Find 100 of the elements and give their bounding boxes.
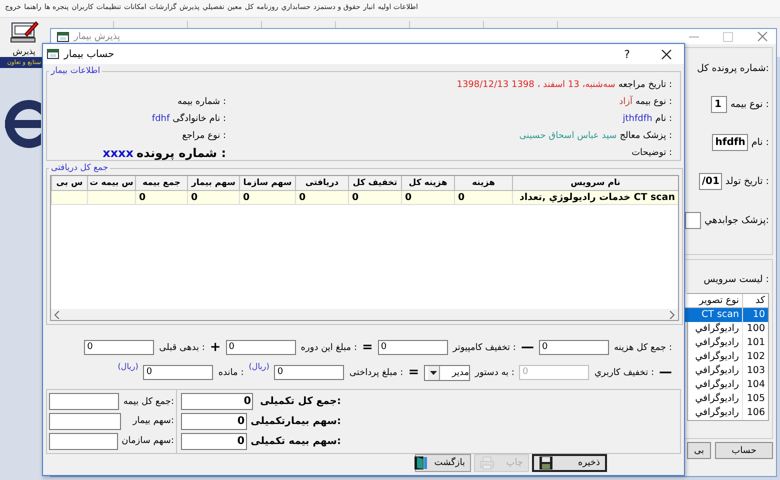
close-button[interactable] [661,48,672,60]
column-header: کد [742,294,768,308]
help-button[interactable]: ? [624,48,630,60]
input-field[interactable] [685,212,702,230]
field-label: : تاریخ تولد [725,176,769,188]
input-field[interactable]: hfdfh [712,134,748,152]
field-value: jthfdfh [622,114,652,124]
button[interactable]: بی [686,442,711,459]
field-value: سه‌شنبه، 13 اسفند ، 1398 1398/12/13 [456,80,616,90]
arrow-right-icon[interactable] [669,310,675,318]
field-label: : نام [751,137,769,148]
table-cell[interactable]: 102 [742,350,768,364]
button[interactable]: حساب [715,442,773,459]
field-label: : بدهی قبلی [159,342,205,352]
field-value: سید عباس اسحاق حسینی [519,130,617,140]
field-label: :پزشک جوابدهي [704,215,769,226]
column-header[interactable]: جمع بیمه [135,176,187,191]
column-header[interactable]: س بی [51,176,87,191]
field-label: :شماره پرونده کل [697,62,769,74]
operator-sign: + [210,340,221,355]
field-label: : شماره بیمه [177,96,226,106]
dropdown[interactable]: مدیر [424,364,470,380]
input-field[interactable]: 0 [538,340,609,355]
column-header[interactable]: سهم سازما [239,176,295,191]
field-label: : تخفیف کامپیوتر [452,342,516,352]
unit-label: (ریال) [248,362,270,371]
table-cell[interactable]: 106 [742,406,768,420]
field-label: : نام [655,114,672,124]
column-header[interactable]: تخفیف کل [348,176,401,191]
table-cell: 0 [401,191,454,205]
input-field[interactable]: /01 [698,173,722,190]
printer-icon [480,456,494,470]
group-title: اطلاعات بیمار [50,66,102,76]
field-label: :سهم سازمان [122,436,174,446]
column-header[interactable]: دریافتی [295,176,348,191]
input-field[interactable] [49,393,120,410]
group-title: جمع کل دریافتی [50,163,110,173]
button[interactable]: ذخیره [532,454,607,472]
table-cell[interactable]: 104 [742,378,768,392]
input-field[interactable]: 0 [181,412,247,430]
scrollbar[interactable] [51,309,678,320]
input-field[interactable] [49,412,121,430]
table-cell [51,191,87,205]
field-label: : جمع کل هزینه [614,342,672,352]
window-title: حساب بیمار [64,48,114,60]
column-header[interactable]: هزینه [454,176,512,191]
field-value: fdhf [152,114,170,124]
close-icon[interactable] [757,31,768,42]
field-value: آزاد [619,96,632,106]
column-header[interactable]: هزینه کل [401,176,454,191]
table-cell: 0 [135,191,187,205]
field-label: : نوع بیمه [730,98,769,110]
field-label: : مبلغ پرداختی [349,368,404,378]
field-label: : تاریخ مراجعه [618,80,672,90]
table-cell[interactable]: 103 [742,364,768,378]
field-label: : نوع مراجع [182,130,226,140]
table-cell: 0 [454,191,512,205]
operator-sign: — [659,365,672,380]
input-field[interactable]: 0 [181,393,253,410]
column-header[interactable]: نام سرویس [512,176,678,191]
table-cell[interactable]: 101 [742,336,768,350]
window-icon [47,48,59,60]
table-cell[interactable]: CT scan [684,308,742,322]
input-field[interactable]: 0 [84,340,154,355]
column-header: نوع تصویر [684,294,742,308]
input-field[interactable]: 0 [378,340,448,355]
table-cell[interactable]: 100 [742,322,768,336]
toolbar-button[interactable]: پذیرش [8,18,40,57]
input-field[interactable] [49,432,118,450]
field-label: :سهم بیمارتکمیلی [250,416,341,427]
input-field[interactable]: 1 [711,96,728,113]
close-icon [661,48,672,60]
table-cell: 0 [187,191,239,205]
field-label: : نام خانوادگی [172,114,226,124]
arrow-left-icon[interactable] [54,310,60,318]
field-label: :سهم بیمار [132,416,174,426]
table-cell[interactable]: 10 [742,308,768,322]
field-label: :جمع کل تکمیلی [260,396,341,408]
input-field[interactable]: 0 [226,340,296,355]
door-icon [414,456,428,470]
field-label: : توضیحات [632,148,672,158]
table-cell: CT scan خدمات رادیولوژي ,تعداد [512,191,678,205]
field-value: xxxx [102,146,134,160]
field-label: : پزشک معالج [620,130,672,140]
column-header[interactable]: س بیمه ت [87,176,135,191]
table-cell: 0 [348,191,401,205]
operator-sign: — [520,340,534,355]
floppy-icon [539,456,553,470]
unit-label: (ریال) [118,362,138,371]
column-header[interactable]: سهم بیمار [187,176,239,191]
button[interactable]: بازگشت [415,454,471,472]
input-field[interactable]: 0 [274,365,344,380]
caret-icon [430,370,438,374]
table-cell[interactable]: 105 [742,392,768,406]
section-label: : لیست سرویس [702,274,769,285]
input-field[interactable]: 0 [143,365,214,380]
field-label: : مانده [218,368,244,378]
monitor-pen-icon [9,20,39,44]
input-field[interactable]: 0 [181,432,247,450]
field-label: : نوع بیمه [635,96,672,106]
